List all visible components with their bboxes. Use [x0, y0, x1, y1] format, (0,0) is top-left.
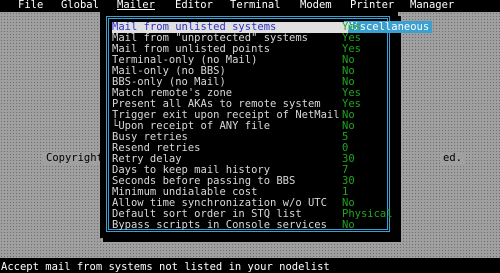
menu-global[interactable]: Global [61, 0, 99, 10]
menu-mailer[interactable]: Mailer [117, 0, 155, 10]
option-label: Bypass scripts in Console services [112, 219, 327, 231]
menu-printer[interactable]: Printer [350, 0, 394, 10]
menu-file[interactable]: File [18, 0, 43, 10]
miscellaneous-dialog: Miscellaneous Mail from unlisted systems… [100, 12, 433, 238]
menu-bar: File Global Mailer Editor Terminal Modem… [0, 0, 500, 10]
menu-terminal[interactable]: Terminal [230, 0, 281, 10]
copyright-text-tail: ed. [440, 153, 465, 164]
menu-manager[interactable]: Manager [410, 0, 454, 10]
option-value: No [342, 219, 355, 231]
menu-editor[interactable]: Editor [175, 0, 213, 10]
status-bar: Accept mail from systems not listed in y… [0, 262, 500, 273]
copyright-text: Copyright [43, 153, 106, 164]
option-row[interactable]: Bypass scripts in Console services No [112, 219, 355, 231]
menu-modem[interactable]: Modem [300, 0, 332, 10]
